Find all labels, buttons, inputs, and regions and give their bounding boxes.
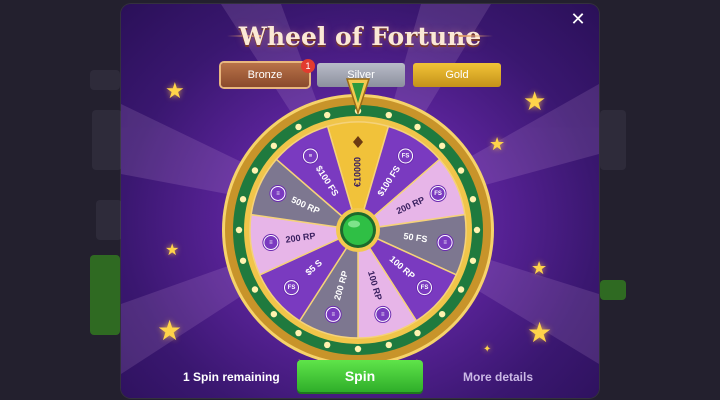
wheel-light [270, 310, 278, 318]
prize-icon-label: FS [402, 154, 410, 160]
prize-icon-label: ≡ [443, 240, 447, 246]
wheel-light [385, 341, 392, 349]
prize-icon-label: ≡ [309, 154, 313, 160]
background-tile [90, 70, 120, 90]
wheel-light [324, 111, 331, 119]
prize-icon-label: FS [421, 285, 429, 291]
spins-remaining-text: 1 Spin remaining [183, 370, 280, 384]
wheel-light [354, 345, 362, 353]
wheel-light [438, 310, 446, 318]
background-tile [600, 110, 626, 170]
wheel-light [270, 142, 278, 150]
fortune-wheel[interactable]: €10000 $100 FS200 RP50 FS100 RP100 RP200 … [121, 4, 599, 398]
spin-button[interactable]: Spin [297, 360, 423, 392]
wheel-light [235, 226, 243, 234]
wheel-light [469, 196, 477, 203]
wheel-of-fortune-modal: Wheel of Fortune ✕ Bronze 1 Silver Gold … [121, 4, 599, 398]
wheel-light [438, 142, 446, 150]
wheel-light [251, 167, 259, 174]
hub-highlight [348, 220, 360, 228]
wheel-light [457, 286, 465, 293]
prize-icon-label: ≡ [269, 240, 273, 246]
wheel-segment-label: €10000 [352, 157, 362, 187]
background-tile [90, 255, 120, 335]
prize-icon-label: ≡ [331, 312, 335, 318]
prize-icon-label: FS [288, 285, 296, 291]
wheel-light [414, 123, 421, 131]
wheel-light [469, 257, 477, 264]
wheel-light [239, 257, 247, 264]
background-tile [92, 110, 122, 170]
background-tile [600, 280, 626, 300]
wheel-light [239, 196, 247, 203]
wheel-light [295, 123, 302, 131]
wheel-light [324, 341, 331, 349]
wheel-light [414, 329, 421, 337]
wheel-light [251, 286, 259, 293]
wheel-light [295, 329, 302, 337]
wheel-light [457, 167, 465, 174]
prize-icon-label: FS [434, 191, 442, 197]
background-tile [96, 200, 122, 240]
wheel-hub-button[interactable] [343, 215, 373, 245]
wheel-light [473, 226, 481, 234]
wheel-light [385, 111, 392, 119]
prize-icon-label: ≡ [381, 312, 385, 318]
more-details-link[interactable]: More details [463, 370, 533, 384]
prize-icon-label: ≡ [276, 191, 280, 197]
